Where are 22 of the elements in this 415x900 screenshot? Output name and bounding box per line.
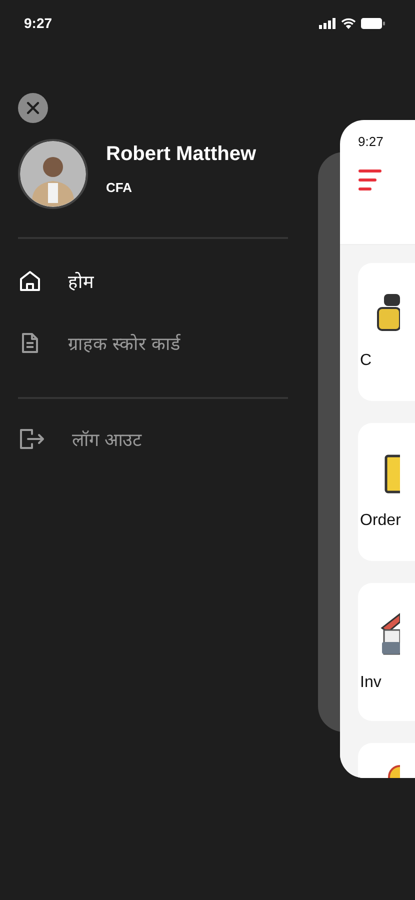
close-icon — [26, 101, 40, 115]
feature-card[interactable]: C — [358, 263, 415, 401]
menu-item[interactable]: लॉग आउट — [18, 419, 288, 459]
user-role: CFA — [106, 180, 133, 195]
card-label: C — [360, 352, 372, 370]
preview-time: 9:27 — [358, 134, 384, 149]
wifi-icon — [341, 18, 356, 28]
feature-card[interactable]: Order — [358, 423, 415, 561]
card-label: Inv — [360, 674, 382, 692]
user-name: Robert Matthew — [106, 143, 256, 166]
battery-icon — [361, 18, 385, 28]
menu-item[interactable]: ग्राहक स्कोर कार्ड — [18, 323, 288, 363]
menu-icon[interactable] — [358, 169, 382, 191]
close-button[interactable] — [18, 93, 48, 123]
menu-item[interactable]: होम — [18, 261, 288, 301]
status-time: 9:27 — [24, 15, 52, 31]
home-icon — [18, 269, 42, 293]
card-label: Order — [360, 512, 401, 530]
signal-icon — [319, 18, 336, 28]
avatar — [18, 139, 88, 209]
feature-card[interactable]: Inv — [358, 583, 415, 721]
logout-icon — [18, 427, 46, 451]
